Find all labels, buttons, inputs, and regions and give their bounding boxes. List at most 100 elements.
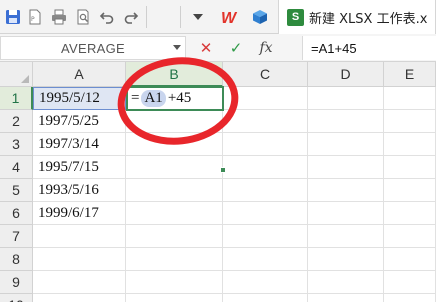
cell-d7[interactable]: [308, 225, 384, 248]
cell-d5[interactable]: [308, 179, 384, 202]
cell-a5[interactable]: 1993/5/16: [33, 179, 126, 202]
cell-e1[interactable]: [384, 87, 436, 110]
save-icon[interactable]: [3, 7, 23, 27]
toolbar: P W S 新建 XLSX 工作表.x: [0, 0, 436, 34]
formula-input[interactable]: =A1+45: [302, 36, 436, 60]
cell-e7[interactable]: [384, 225, 436, 248]
cell-e6[interactable]: [384, 202, 436, 225]
fill-handle[interactable]: [220, 167, 226, 173]
cell-b3[interactable]: [126, 133, 223, 156]
cell-a8[interactable]: [33, 248, 126, 271]
cell-c8[interactable]: [223, 248, 308, 271]
cell-e5[interactable]: [384, 179, 436, 202]
column-header-e[interactable]: E: [384, 62, 436, 87]
redo-icon[interactable]: [121, 7, 141, 27]
row-header-6[interactable]: 6: [0, 202, 33, 225]
print-preview-icon[interactable]: [73, 7, 93, 27]
name-box-value: AVERAGE: [61, 40, 125, 56]
cell-a2[interactable]: 1997/5/25: [33, 110, 126, 133]
cell-b7[interactable]: [126, 225, 223, 248]
cell-a1[interactable]: 1995/5/12: [33, 87, 126, 110]
formula-bar: AVERAGE ✕ ✓ fx =A1+45: [0, 34, 436, 62]
cell-value: 1997/3/14: [38, 135, 99, 152]
more-dropdown-icon[interactable]: [188, 7, 208, 27]
cell-d1[interactable]: [308, 87, 384, 110]
cell-d8[interactable]: [308, 248, 384, 271]
column-header-b[interactable]: B: [126, 62, 223, 87]
confirm-edit-icon[interactable]: ✓: [226, 39, 246, 57]
row-header-7[interactable]: 7: [0, 225, 33, 248]
cell-e3[interactable]: [384, 133, 436, 156]
cell-c7[interactable]: [223, 225, 308, 248]
cell-c2[interactable]: [223, 110, 308, 133]
formula-suffix: +45: [167, 90, 192, 106]
cell-c9[interactable]: [223, 271, 308, 294]
cell-value: 1995/7/15: [38, 158, 99, 175]
svg-text:P: P: [31, 16, 35, 23]
cell-a10[interactable]: [33, 294, 126, 302]
cell-d3[interactable]: [308, 133, 384, 156]
cell-c10[interactable]: [223, 294, 308, 302]
cell-c6[interactable]: [223, 202, 308, 225]
cell-e10[interactable]: [384, 294, 436, 302]
print-icon[interactable]: [49, 7, 69, 27]
row-header-4[interactable]: 4: [0, 156, 33, 179]
cell-e4[interactable]: [384, 156, 436, 179]
cell-a7[interactable]: [33, 225, 126, 248]
cell-b9[interactable]: [126, 271, 223, 294]
cell-a6[interactable]: 1999/6/17: [33, 202, 126, 225]
cell-d4[interactable]: [308, 156, 384, 179]
cell-b4[interactable]: [126, 156, 223, 179]
cell-e2[interactable]: [384, 110, 436, 133]
select-all-corner[interactable]: [0, 62, 33, 87]
chevron-down-icon[interactable]: [173, 45, 181, 50]
wps-logo-icon[interactable]: W: [219, 7, 245, 27]
cell-c1[interactable]: [223, 87, 308, 110]
spreadsheet-file-icon: S: [287, 8, 304, 26]
cell-c4[interactable]: [223, 156, 308, 179]
insert-function-button[interactable]: fx: [256, 39, 276, 57]
formula-prefix: =: [131, 90, 140, 106]
row-header-8[interactable]: 8: [0, 248, 33, 271]
cancel-edit-icon[interactable]: ✕: [196, 39, 216, 57]
cell-a3[interactable]: 1997/3/14: [33, 133, 126, 156]
export-pdf-icon[interactable]: P: [25, 7, 45, 27]
name-box[interactable]: AVERAGE: [0, 36, 186, 60]
cell-value: 1997/5/25: [38, 112, 99, 129]
wps-letter: W: [221, 10, 238, 26]
cell-e9[interactable]: [384, 271, 436, 294]
formula-reference: A1: [141, 90, 166, 107]
column-header-d[interactable]: D: [308, 62, 384, 87]
cell-b5[interactable]: [126, 179, 223, 202]
column-header-a[interactable]: A: [33, 62, 126, 87]
cell-e8[interactable]: [384, 248, 436, 271]
cell-b1-editor[interactable]: = A1 +45: [126, 86, 224, 111]
cell-value: 1999/6/17: [38, 204, 99, 221]
cell-d2[interactable]: [308, 110, 384, 133]
cell-value: 1995/5/12: [39, 90, 100, 106]
cell-a4[interactable]: 1995/7/15: [33, 156, 126, 179]
cell-d6[interactable]: [308, 202, 384, 225]
column-header-c[interactable]: C: [223, 62, 308, 87]
row-header-2[interactable]: 2: [0, 110, 33, 133]
cell-c3[interactable]: [223, 133, 308, 156]
undo-icon[interactable]: [97, 7, 117, 27]
cell-b2[interactable]: [126, 110, 223, 133]
cell-c5[interactable]: [223, 179, 308, 202]
toolbar-divider: [146, 6, 147, 28]
row-header-3[interactable]: 3: [0, 133, 33, 156]
cell-d10[interactable]: [308, 294, 384, 302]
cell-b10[interactable]: [126, 294, 223, 302]
row-header-9[interactable]: 9: [0, 271, 33, 294]
cell-a9[interactable]: [33, 271, 126, 294]
template-cube-icon[interactable]: [250, 7, 270, 27]
cell-b6[interactable]: [126, 202, 223, 225]
row-header-5[interactable]: 5: [0, 179, 33, 202]
cell-d9[interactable]: [308, 271, 384, 294]
toolbar-divider: [180, 6, 181, 28]
row-header-10[interactable]: 10: [0, 294, 33, 302]
tab-document[interactable]: S 新建 XLSX 工作表.x: [278, 0, 436, 34]
row-header-1[interactable]: 1: [0, 87, 33, 110]
spreadsheet-grid: A B C D E 1 2 3 4 5 6 7 8 9 10 1995/5/12…: [0, 62, 436, 302]
cell-b8[interactable]: [126, 248, 223, 271]
